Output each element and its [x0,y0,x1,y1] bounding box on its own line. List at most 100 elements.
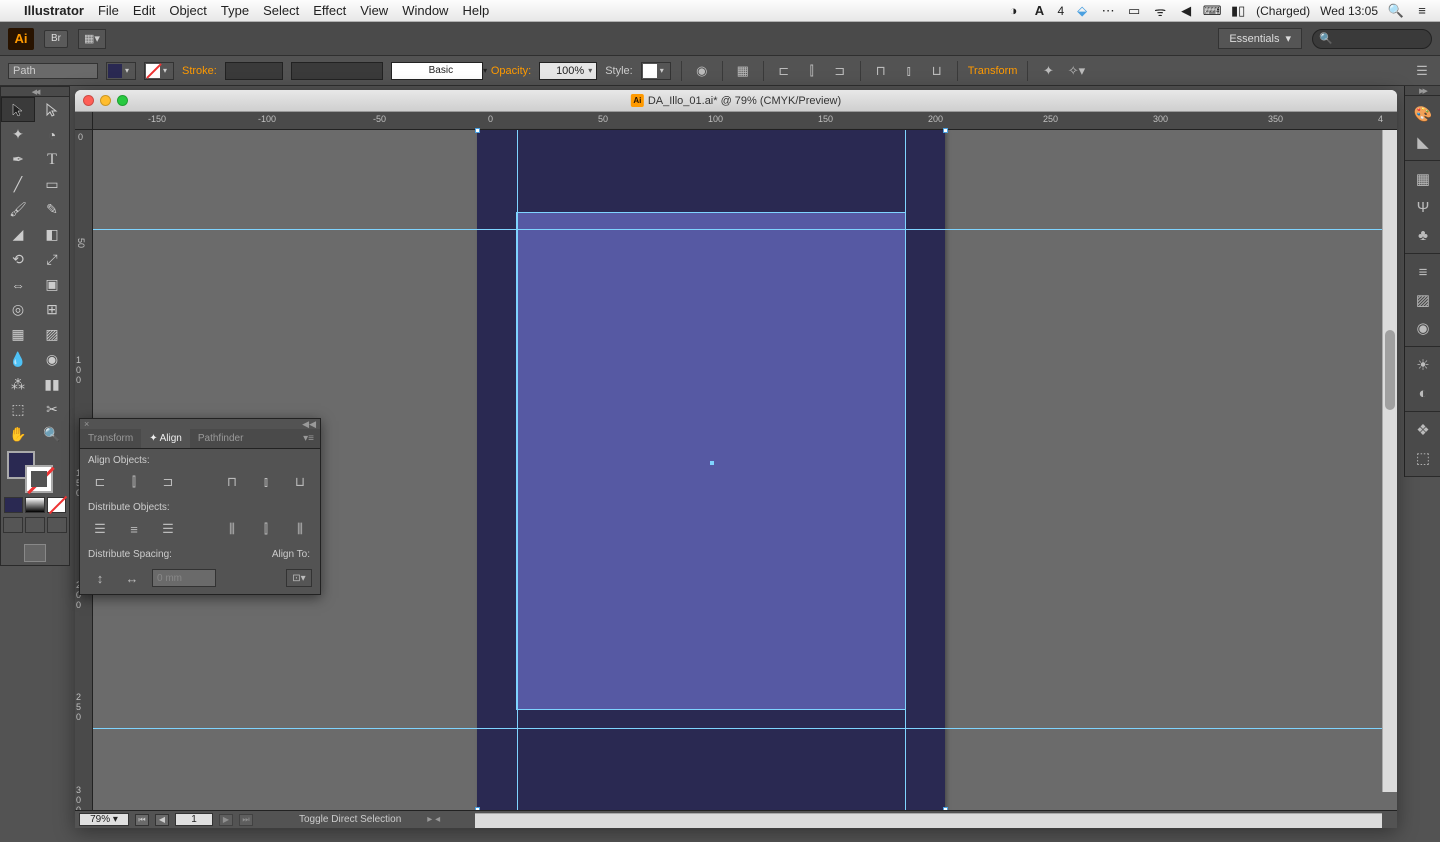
column-graph-tool[interactable]: ▮▮ [35,372,69,397]
symbols-panel-icon[interactable]: ♣ [1405,221,1440,249]
graphic-style-dropdown[interactable]: ▾ [641,62,671,80]
align-bottom-button[interactable]: ⊔ [927,61,947,81]
last-artboard-button[interactable]: ⏭ [239,814,253,826]
transform-label[interactable]: Transform [968,65,1018,77]
guide-horizontal[interactable] [93,229,1397,230]
color-mode-button[interactable] [4,497,23,513]
status-battery-icon[interactable]: ▮▯ [1230,3,1246,19]
brushes-panel-icon[interactable]: Ψ [1405,193,1440,221]
fill-color-dropdown[interactable]: ▾ [106,62,136,80]
recolor-artwork-button[interactable]: ◉ [692,61,712,81]
distribute-bottom-button[interactable]: ☰ [156,519,180,539]
width-tool[interactable]: ⇔ [1,272,35,297]
transform-tab[interactable]: Transform [80,429,141,448]
selection-tool[interactable] [1,97,35,122]
pathfinder-tab[interactable]: Pathfinder [190,429,252,448]
status-more-icon[interactable]: ⋯ [1100,3,1116,19]
center-point[interactable] [710,461,714,465]
gradient-mode-button[interactable] [25,497,44,513]
blob-brush-tool[interactable]: ◢ [1,222,35,247]
distribute-vspacing-button[interactable]: ↕ [88,568,112,588]
none-mode-button[interactable] [47,497,66,513]
zoom-input[interactable]: 79% ▾ [79,813,129,826]
status-dropbox-icon[interactable]: ⬙ [1074,3,1090,19]
variable-width-dropdown[interactable] [291,62,383,80]
window-close-button[interactable] [83,95,94,106]
horizontal-ruler[interactable]: -150 -100 -50 0 50 100 150 200 250 300 3… [93,112,1397,130]
status-input-icon[interactable]: ⌨ [1204,3,1220,19]
rectangle-tool[interactable]: ▭ [35,172,69,197]
magic-wand-tool[interactable]: ✦ [1,122,35,147]
rotate-tool[interactable]: ⟲ [1,247,35,272]
color-guide-panel-icon[interactable]: ◣ [1405,128,1440,156]
control-menu-button[interactable]: ☰ [1412,61,1432,81]
select-similar-button[interactable]: ✧▾ [1066,61,1086,81]
guide-vertical[interactable] [905,130,906,810]
fill-stroke-control[interactable] [1,447,69,495]
distribute-vcenter-button[interactable]: ≡ [122,519,146,539]
spotlight-icon[interactable]: 🔍 [1388,3,1404,19]
artboard-number-input[interactable]: 1 [175,813,213,826]
lasso-tool[interactable]: ◔ [35,122,69,147]
menu-view[interactable]: View [360,3,388,18]
align-left-button[interactable]: ⊏ [774,61,794,81]
blend-tool[interactable]: ◉ [35,347,69,372]
ruler-origin[interactable] [75,112,93,130]
vertical-scrollbar[interactable] [1382,130,1397,792]
align-to-dropdown[interactable]: ⊡▾ [286,569,312,587]
status-volume-icon[interactable]: ◀ [1178,3,1194,19]
direct-selection-tool[interactable] [35,97,69,122]
distribute-hspacing-button[interactable]: ↔ [120,568,144,588]
guide-horizontal[interactable] [93,728,1397,729]
status-adobe-icon[interactable]: A [1031,3,1047,19]
status-wifi-icon[interactable]: ᯤ [1152,3,1168,19]
align-panel-button[interactable]: ▦ [733,61,753,81]
panel-menu-button[interactable]: ▾≡ [297,429,320,448]
bridge-button[interactable]: Br [44,30,68,48]
menu-object[interactable]: Object [169,3,207,18]
dock-expand-button[interactable] [1405,86,1440,96]
mesh-tool[interactable]: ▦ [1,322,35,347]
screen-mode-button[interactable] [24,544,46,562]
align-left-edges-button[interactable]: ⊏ [88,472,112,492]
transparency-panel-icon[interactable]: ◉ [1405,314,1440,342]
menu-window[interactable]: Window [402,3,448,18]
draw-behind-button[interactable] [25,517,45,533]
free-transform-tool[interactable]: ▣ [35,272,69,297]
menu-file[interactable]: File [98,3,119,18]
panel-close-button[interactable]: × [84,419,89,429]
document-titlebar[interactable]: Ai DA_Illo_01.ai* @ 79% (CMYK/Preview) [75,90,1397,112]
menu-edit[interactable]: Edit [133,3,155,18]
distribute-top-button[interactable]: ☰ [88,519,112,539]
align-hcenter-button[interactable]: ⫿ [802,61,822,81]
menu-effect[interactable]: Effect [313,3,346,18]
selection-handle[interactable] [943,128,948,133]
selection-handle[interactable] [475,128,480,133]
slice-tool[interactable]: ✂ [35,397,69,422]
brush-definition-dropdown[interactable]: Basic▾ [391,62,483,80]
zoom-tool[interactable]: 🔍 [35,422,69,447]
align-top-button[interactable]: ⊓ [871,61,891,81]
hand-tool[interactable]: ✋ [1,422,35,447]
pencil-tool[interactable]: ✎ [35,197,69,222]
graphic-styles-panel-icon[interactable]: ◐ [1405,379,1440,407]
status-sync-icon[interactable]: ◑ [1005,3,1021,19]
status-display-icon[interactable]: ▭ [1126,3,1142,19]
stroke-color-dropdown[interactable]: ▾ [144,62,174,80]
opacity-input[interactable]: 100%▾ [539,62,597,80]
status-datetime[interactable]: Wed 13:05 [1320,4,1378,18]
type-tool[interactable]: T [35,147,69,172]
stroke-weight-input[interactable] [225,62,283,80]
shape-builder-tool[interactable]: ◎ [1,297,35,322]
distribute-left-button[interactable]: ⫼ [220,519,244,539]
stroke-swatch[interactable] [25,465,53,493]
notification-center-icon[interactable]: ≡ [1414,3,1430,19]
scale-tool[interactable]: ⤢ [35,247,69,272]
isolate-button[interactable]: ✦ [1038,61,1058,81]
artboard-tool[interactable]: ⬚ [1,397,35,422]
swatches-panel-icon[interactable]: ▦ [1405,165,1440,193]
prev-artboard-button[interactable]: ◀ [155,814,169,826]
stroke-panel-icon[interactable]: ≡ [1405,258,1440,286]
guide-vertical[interactable] [517,130,518,810]
app-name[interactable]: Illustrator [24,3,84,18]
